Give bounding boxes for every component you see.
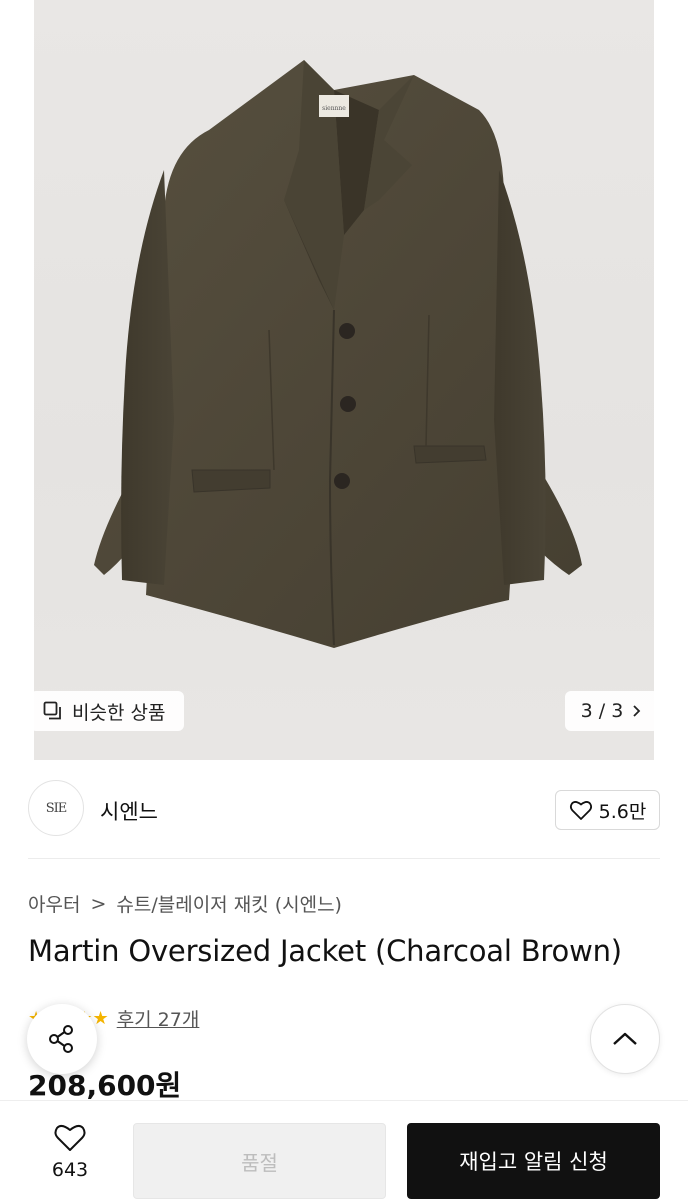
product-title: Martin Oversized Jacket (Charcoal Brown) — [28, 934, 622, 968]
divider — [28, 858, 660, 859]
heart-icon — [54, 1124, 86, 1151]
chevron-up-icon — [613, 1032, 637, 1045]
similar-products-button[interactable]: 비슷한 상품 — [30, 691, 184, 731]
product-image-gallery[interactable]: siennne 비슷한 상품 3 / 3 — [0, 0, 688, 760]
brand-name[interactable]: 시엔느 — [100, 796, 158, 826]
share-button[interactable] — [27, 1004, 97, 1074]
soldout-label: 품절 — [241, 1150, 278, 1175]
image-counter-text: 3 / 3 — [580, 700, 624, 722]
chevron-right-icon — [633, 705, 641, 717]
brand-logo[interactable]: SIE — [28, 780, 84, 836]
brand-row[interactable]: SIE 시엔느 5.6만 — [28, 780, 660, 840]
similar-products-label: 비슷한 상품 — [72, 701, 166, 724]
restock-label: 재입고 알림 신청 — [459, 1150, 608, 1174]
heart-icon — [569, 801, 592, 820]
breadcrumb: 아우터 > 슈트/블레이저 재킷 (시엔느) — [28, 890, 342, 917]
share-icon — [49, 1025, 73, 1053]
breadcrumb-subcategory[interactable]: 슈트/블레이저 재킷 (시엔느) — [116, 890, 342, 917]
copy-icon — [43, 701, 61, 720]
scroll-top-button[interactable] — [590, 1004, 660, 1074]
image-counter[interactable]: 3 / 3 — [565, 691, 659, 731]
breadcrumb-category[interactable]: 아우터 — [28, 890, 80, 917]
wishlist-count: 643 — [51, 1159, 89, 1181]
soldout-button: 품절 — [133, 1123, 386, 1199]
reviews-link[interactable]: 후기 27개 — [117, 1005, 200, 1032]
label-tag-text: siennne — [322, 105, 346, 112]
restock-alert-button[interactable]: 재입고 알림 신청 — [407, 1123, 660, 1199]
wishlist-button[interactable]: 643 — [40, 1123, 100, 1181]
breadcrumb-separator: > — [90, 892, 107, 915]
bottom-action-bar: 643 품절 재입고 알림 신청 — [0, 1100, 688, 1200]
brand-like-count: 5.6만 — [598, 800, 647, 823]
product-image-jacket: siennne — [94, 60, 582, 648]
brand-like-button[interactable]: 5.6만 — [555, 790, 660, 830]
brand-logo-text: SIE — [45, 800, 68, 816]
